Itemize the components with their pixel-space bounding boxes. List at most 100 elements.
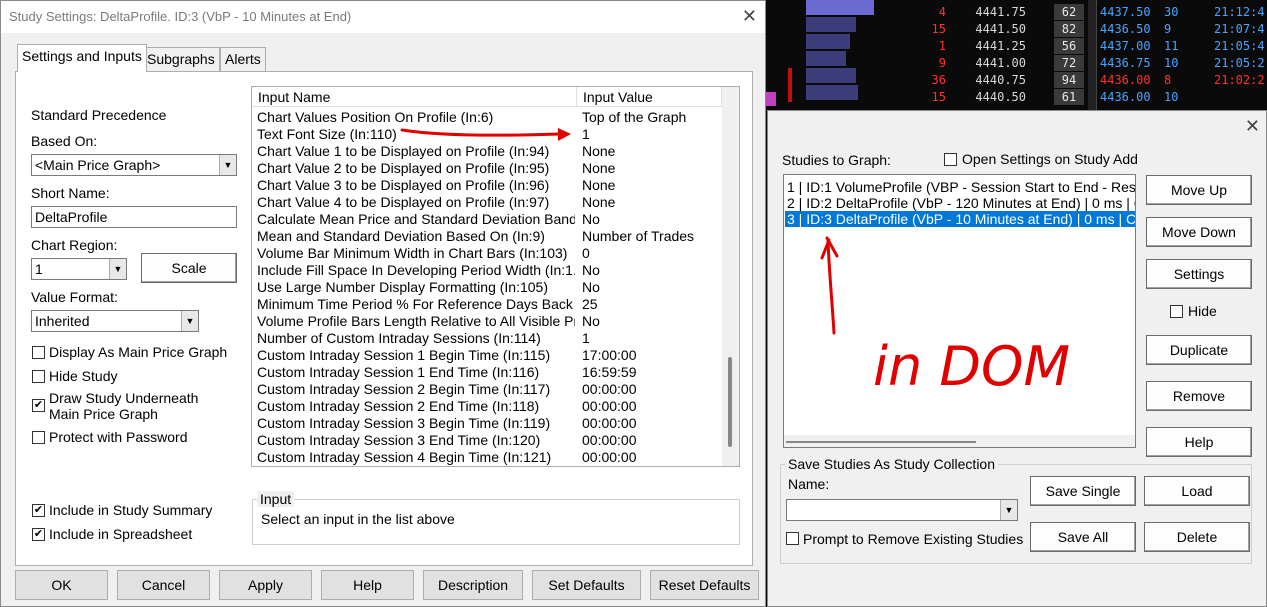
scale-button[interactable]: Scale xyxy=(141,253,237,283)
table-row[interactable]: Chart Value 3 to be Displayed on Profile… xyxy=(252,177,722,194)
short-name-input[interactable]: DeltaProfile xyxy=(31,206,237,228)
include-spreadsheet-checkbox[interactable]: ✔ xyxy=(32,528,45,541)
input-value-cell[interactable]: 1 xyxy=(582,126,722,142)
table-row[interactable]: Use Large Number Display Formatting (In:… xyxy=(252,279,722,296)
cancel-button[interactable]: Cancel xyxy=(117,570,210,600)
table-row[interactable]: Custom Intraday Session 3 End Time (In:1… xyxy=(252,432,722,449)
studies-list[interactable]: 1 | ID:1 VolumeProfile (VBP - Session St… xyxy=(783,174,1136,448)
reset-defaults-button[interactable]: Reset Defaults xyxy=(650,570,759,600)
display-as-main-checkbox[interactable] xyxy=(32,346,45,359)
move-down-button[interactable]: Move Down xyxy=(1146,217,1252,247)
open-settings-checkbox[interactable] xyxy=(944,153,957,166)
hide-study-checkbox[interactable] xyxy=(32,370,45,383)
table-row[interactable]: Chart Value 2 to be Displayed on Profile… xyxy=(252,160,722,177)
move-up-button[interactable]: Move Up xyxy=(1146,175,1252,205)
input-value-cell[interactable]: 00:00:00 xyxy=(582,381,722,397)
column-header-input-name[interactable]: Input Name xyxy=(252,87,577,107)
value-format-select[interactable]: Inherited ▼ xyxy=(31,310,199,332)
description-button[interactable]: Description xyxy=(423,570,523,600)
scrollbar-thumb[interactable] xyxy=(786,441,976,443)
duplicate-button[interactable]: Duplicate xyxy=(1146,335,1252,365)
table-row[interactable]: Volume Profile Bars Length Relative to A… xyxy=(252,313,722,330)
column-header-input-value[interactable]: Input Value xyxy=(577,87,722,107)
scrollbar-thumb[interactable] xyxy=(728,357,732,447)
table-row[interactable]: Chart Value 1 to be Displayed on Profile… xyxy=(252,143,722,160)
prompt-remove-checkbox[interactable] xyxy=(786,532,799,545)
input-name-cell: Calculate Mean Price and Standard Deviat… xyxy=(257,211,575,227)
table-row[interactable]: Custom Intraday Session 3 Begin Time (In… xyxy=(252,415,722,432)
table-row[interactable]: Custom Intraday Session 2 Begin Time (In… xyxy=(252,381,722,398)
table-row[interactable]: Include Fill Space In Developing Period … xyxy=(252,262,722,279)
input-value-cell[interactable]: Number of Trades xyxy=(582,228,722,244)
table-row[interactable]: Chart Values Position On Profile (In:6) T… xyxy=(252,109,722,126)
based-on-select[interactable]: <Main Price Graph> ▼ xyxy=(31,154,237,176)
table-row[interactable]: Volume Bar Minimum Width in Chart Bars (… xyxy=(252,245,722,262)
table-row[interactable]: Custom Intraday Session 2 End Time (In:1… xyxy=(252,398,722,415)
close-icon[interactable]: ✕ xyxy=(1245,117,1260,135)
input-value-cell[interactable]: No xyxy=(582,211,722,227)
delete-button[interactable]: Delete xyxy=(1144,522,1250,552)
input-value-cell[interactable]: No xyxy=(582,279,722,295)
collection-name-select[interactable]: ▼ xyxy=(786,499,1018,521)
settings-button[interactable]: Settings xyxy=(1146,259,1252,289)
set-defaults-button[interactable]: Set Defaults xyxy=(532,570,641,600)
tab-settings-and-inputs[interactable]: Settings and Inputs xyxy=(17,44,147,72)
table-row[interactable]: Number of Custom Intraday Sessions (In:1… xyxy=(252,330,722,347)
study-list-item[interactable]: 1 | ID:1 VolumeProfile (VBP - Session St… xyxy=(785,179,1135,195)
table-row[interactable]: Text Font Size (In:110) 1 xyxy=(252,126,722,143)
input-value-cell[interactable]: 17:00:00 xyxy=(582,347,722,363)
inputs-table[interactable]: Input Name Input Value Chart Values Posi… xyxy=(251,86,740,467)
protect-password-checkbox[interactable] xyxy=(32,431,45,444)
input-value-cell[interactable]: None xyxy=(582,160,722,176)
table-row[interactable]: Mean and Standard Deviation Based On (In… xyxy=(252,228,722,245)
input-value-cell[interactable]: No xyxy=(582,262,722,278)
table-row[interactable]: Custom Intraday Session 1 Begin Time (In… xyxy=(252,347,722,364)
input-value-cell[interactable]: 00:00:00 xyxy=(582,449,722,465)
remove-button[interactable]: Remove xyxy=(1146,381,1252,411)
input-value-cell[interactable]: 25 xyxy=(582,296,722,312)
input-value-cell[interactable]: 00:00:00 xyxy=(582,415,722,431)
table-row[interactable]: Custom Intraday Session 1 End Time (In:1… xyxy=(252,364,722,381)
chevron-down-icon[interactable]: ▼ xyxy=(181,311,198,331)
input-value-cell[interactable]: 0 xyxy=(582,245,722,261)
ok-button[interactable]: OK xyxy=(15,570,108,600)
chevron-down-icon[interactable]: ▼ xyxy=(1000,500,1017,520)
input-value-cell[interactable]: 00:00:00 xyxy=(582,398,722,414)
table-row[interactable]: Calculate Mean Price and Standard Deviat… xyxy=(252,211,722,228)
input-value-cell[interactable]: No xyxy=(582,313,722,329)
include-summary-checkbox[interactable]: ✔ xyxy=(32,504,45,517)
input-value-cell[interactable]: 00:00:00 xyxy=(582,432,722,448)
input-value-cell[interactable]: None xyxy=(582,194,722,210)
input-value-cell[interactable]: 16:59:59 xyxy=(582,364,722,380)
horizontal-scrollbar[interactable] xyxy=(784,435,1135,447)
save-single-button[interactable]: Save Single xyxy=(1030,476,1136,506)
table-row[interactable]: Chart Value 4 to be Displayed on Profile… xyxy=(252,194,722,211)
hide-checkbox[interactable] xyxy=(1170,305,1183,318)
draw-underneath-checkbox[interactable]: ✔ xyxy=(32,399,45,412)
help-button[interactable]: Help xyxy=(321,570,414,600)
chevron-down-icon[interactable]: ▼ xyxy=(219,155,236,175)
dom-count: 72 xyxy=(1054,55,1084,71)
vertical-scrollbar[interactable] xyxy=(722,87,739,466)
study-list-item[interactable]: 2 | ID:2 DeltaProfile (VbP - 120 Minutes… xyxy=(785,195,1135,211)
input-name-cell: Mean and Standard Deviation Based On (In… xyxy=(257,228,545,244)
input-value-cell[interactable]: None xyxy=(582,177,722,193)
save-all-button[interactable]: Save All xyxy=(1030,522,1136,552)
table-row[interactable]: Minimum Time Period % For Reference Days… xyxy=(252,296,722,313)
table-row[interactable]: Custom Intraday Session 4 Begin Time (In… xyxy=(252,449,722,466)
draw-underneath-label-2: Main Price Graph xyxy=(49,406,158,422)
input-value-cell[interactable]: 1 xyxy=(582,330,722,346)
chevron-down-icon[interactable]: ▼ xyxy=(109,259,126,279)
input-value-cell[interactable]: None xyxy=(582,143,722,159)
load-button[interactable]: Load xyxy=(1144,476,1250,506)
apply-button[interactable]: Apply xyxy=(219,570,312,600)
help-button[interactable]: Help xyxy=(1146,427,1252,457)
tab-alerts[interactable]: Alerts xyxy=(220,47,266,71)
chart-region-select[interactable]: 1 ▼ xyxy=(31,258,127,280)
study-list-item[interactable]: 3 | ID:3 DeltaProfile (VbP - 10 Minutes … xyxy=(785,211,1135,227)
prompt-remove-label: Prompt to Remove Existing Studies xyxy=(803,531,1024,547)
input-value-cell[interactable]: Top of the Graph xyxy=(582,109,722,125)
dom-right-price: 4436.00 xyxy=(1100,90,1151,104)
close-icon[interactable]: ✕ xyxy=(742,7,757,25)
tab-subgraphs[interactable]: Subgraphs xyxy=(142,47,220,71)
